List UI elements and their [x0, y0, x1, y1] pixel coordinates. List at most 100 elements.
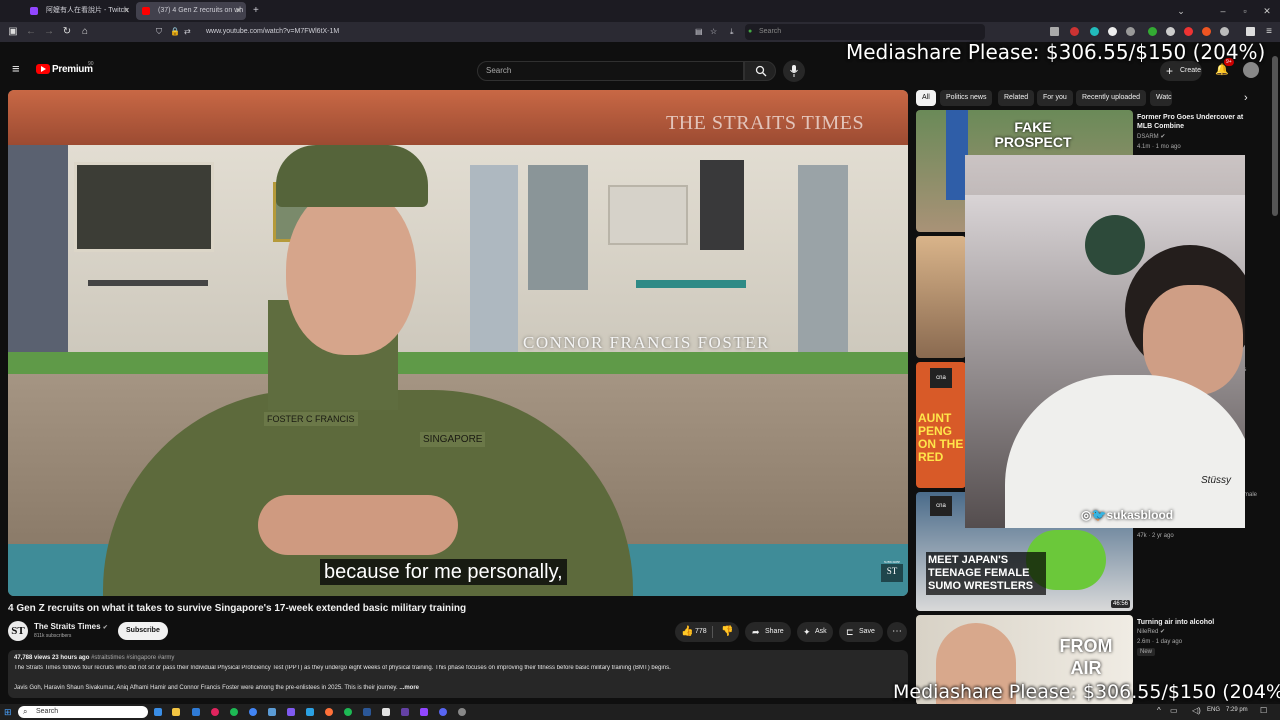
channel-name-text: The Straits Times	[34, 622, 101, 631]
subscribe-badge: SUBSCRIBE	[883, 560, 901, 564]
extension-icon[interactable]	[1108, 27, 1117, 36]
voice-search-button[interactable]	[783, 60, 805, 82]
reload-icon[interactable]: ↻	[60, 25, 74, 39]
taskbar-app-icon[interactable]	[154, 708, 162, 716]
search-button[interactable]	[744, 61, 776, 81]
bookmark-star-icon[interactable]: ☆	[710, 24, 717, 40]
taskbar-app-icon[interactable]	[458, 708, 466, 716]
volume-icon[interactable]: ◁)	[1192, 706, 1201, 715]
chip-for-you[interactable]: For you	[1037, 90, 1073, 106]
menu-icon[interactable]: ≡	[1262, 25, 1276, 39]
twitch-icon[interactable]	[420, 708, 428, 716]
notification-center-icon[interactable]: ☐	[1260, 706, 1267, 715]
taskbar-app-icon[interactable]	[344, 708, 352, 716]
reader-icon[interactable]: ▤	[695, 24, 703, 40]
spotify-icon[interactable]	[230, 708, 238, 716]
twitter-icon: 🐦	[1091, 508, 1107, 522]
extension-icon[interactable]	[1202, 27, 1211, 36]
taskbar-app-icon[interactable]	[363, 708, 371, 716]
recommendation-thumbnail[interactable]: cna AUNT PENG ON THE RED	[916, 362, 966, 488]
save-button[interactable]: ⊏ Save	[839, 622, 883, 642]
chevron-down-icon[interactable]: ⌄	[1170, 0, 1192, 22]
taskbar-app-icon[interactable]	[268, 708, 276, 716]
recommendation-meta: 4.1m · 1 mo ago	[1137, 144, 1181, 150]
taskbar-app-icon[interactable]	[192, 708, 200, 716]
browser-search-input[interactable]: ● Search	[745, 24, 985, 40]
chip-watched[interactable]: Watc	[1150, 90, 1172, 106]
close-icon[interactable]: ✕	[123, 2, 130, 20]
extension-icon[interactable]	[1148, 27, 1157, 36]
avatar[interactable]	[1243, 62, 1259, 78]
chip-related[interactable]: Related	[998, 90, 1035, 106]
maximize-icon[interactable]: ▫	[1234, 0, 1256, 22]
recommendation-channel: NileRed ✔	[1137, 628, 1165, 636]
description-box[interactable]: 47,788 views 23 hours ago #straitstimes …	[8, 650, 908, 698]
back-icon[interactable]: ←	[24, 25, 38, 39]
subscribe-button[interactable]: Subscribe	[118, 622, 168, 640]
tab-twitch[interactable]: 阿嬤有人在看說片 - Twitch ✕	[24, 2, 134, 20]
extension-icon[interactable]	[1126, 27, 1135, 36]
hamburger-menu-icon[interactable]: ≡	[12, 62, 20, 76]
extension-icon[interactable]	[1070, 27, 1079, 36]
extension-icon[interactable]	[1090, 27, 1099, 36]
dislike-icon[interactable]: 👎	[721, 622, 733, 642]
hashtags[interactable]: #straitstimes #singapore #army	[91, 655, 174, 661]
library-icon[interactable]	[1050, 27, 1059, 36]
chevron-right-icon[interactable]: ›	[1244, 90, 1248, 106]
extensions-menu-icon[interactable]	[1246, 27, 1255, 36]
sidebar-toggle-icon[interactable]: ▣	[6, 25, 20, 39]
recommendation-title[interactable]: Turning air into alcohol	[1137, 618, 1257, 627]
more-actions-icon[interactable]: ⋯	[887, 622, 907, 642]
close-window-icon[interactable]: ✕	[1256, 0, 1278, 22]
taskbar-app-icon[interactable]	[211, 708, 219, 716]
more-link[interactable]: ...more	[399, 685, 419, 691]
create-button[interactable]: + Create	[1160, 61, 1202, 81]
recommendation-thumbnail[interactable]	[916, 236, 966, 358]
extension-icon[interactable]	[1184, 27, 1193, 36]
chip-politics-news[interactable]: Politics news	[940, 90, 993, 106]
taskbar-app-icon[interactable]	[287, 708, 295, 716]
subscriber-count: 811k subscribers	[34, 633, 72, 639]
like-icon[interactable]: 👍	[681, 622, 693, 642]
language-indicator[interactable]: ENG	[1207, 707, 1220, 713]
chip-all[interactable]: All	[916, 90, 936, 106]
firefox-icon[interactable]	[325, 708, 333, 716]
taskbar-search-label: Search	[36, 708, 59, 715]
taskbar-search-input[interactable]: ⌕ Search	[18, 706, 148, 718]
file-explorer-icon[interactable]	[172, 708, 180, 716]
channel-avatar[interactable]: ST	[8, 621, 28, 641]
recommendation-title[interactable]: Former Pro Goes Undercover at MLB Combin…	[1137, 113, 1257, 131]
st-corner-logo[interactable]: ST SUBSCRIBE	[881, 560, 903, 582]
tray-chevron-icon[interactable]: ^	[1157, 706, 1161, 715]
forward-icon[interactable]: →	[42, 25, 56, 39]
taskbar-app-icon[interactable]	[306, 708, 314, 716]
chip-recently-uploaded[interactable]: Recently uploaded	[1076, 90, 1146, 106]
youtube-premium-logo[interactable]: Premium	[52, 64, 93, 75]
extension-icon[interactable]	[1220, 27, 1229, 36]
scrollbar-thumb[interactable]	[1272, 56, 1278, 216]
close-icon[interactable]: ✕	[235, 2, 242, 20]
chrome-icon[interactable]	[249, 708, 257, 716]
youtube-search-input[interactable]: Search	[477, 61, 744, 81]
url-bar[interactable]: ⛉ 🔒 ⇄ www.youtube.com/watch?v=M7FWl6tX-1…	[150, 24, 750, 40]
discord-icon[interactable]	[439, 708, 447, 716]
cna-logo: cna	[930, 496, 952, 516]
ask-button[interactable]: ✦ Ask	[797, 622, 833, 642]
channel-name[interactable]: The Straits Times ✔	[34, 622, 108, 631]
download-icon[interactable]: ⤓	[730, 24, 734, 40]
network-icon[interactable]: ▭	[1170, 706, 1178, 715]
minimize-icon[interactable]: –	[1212, 0, 1234, 22]
youtube-logo-icon[interactable]	[36, 64, 50, 74]
new-tab-button[interactable]: +	[250, 2, 264, 20]
clock[interactable]: 7:29 pm	[1226, 707, 1248, 713]
windows-start-icon[interactable]: ⊞	[4, 707, 12, 718]
tab-youtube[interactable]: (37) 4 Gen Z recruits on wh ✕	[136, 2, 246, 20]
extension-icon[interactable]	[1166, 27, 1175, 36]
taskbar-app-icon[interactable]	[401, 708, 409, 716]
home-icon[interactable]: ⌂	[78, 25, 92, 39]
like-count[interactable]: 778	[695, 622, 707, 642]
taskbar-app-icon[interactable]	[382, 708, 390, 716]
plus-icon: +	[1166, 64, 1174, 78]
share-button[interactable]: ➦ Share	[745, 622, 791, 642]
video-player[interactable]: THE STRAITS TIMES FOSTER C FRANCIS SINGA…	[8, 90, 908, 596]
